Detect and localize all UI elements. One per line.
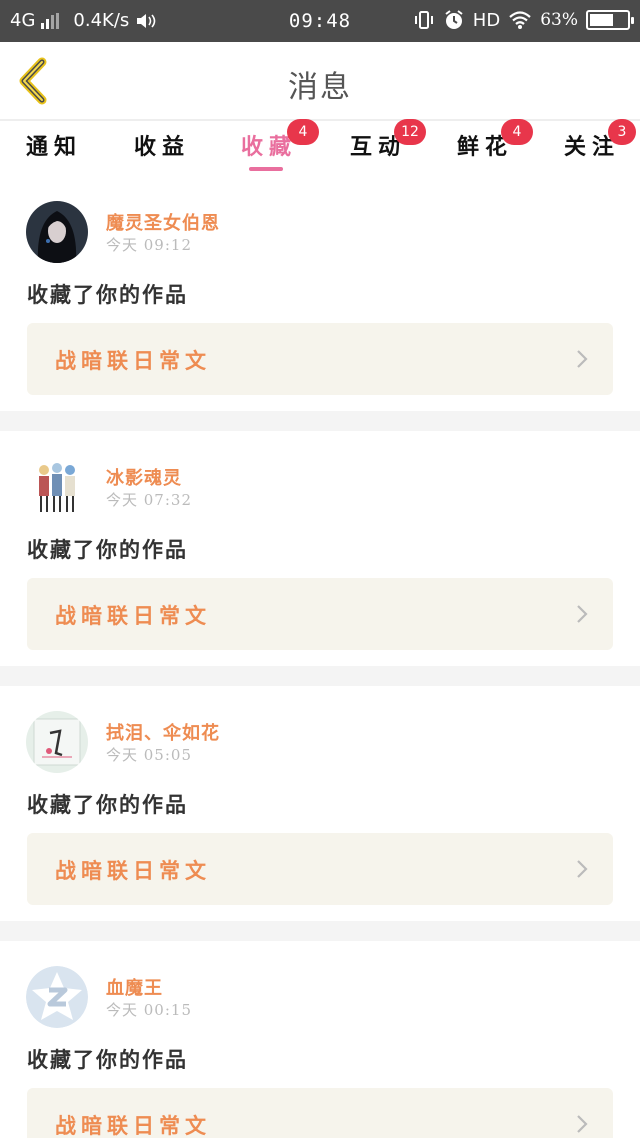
work-title: 战暗联日常文 bbox=[55, 348, 211, 373]
tab-interactions[interactable]: 互动 12 bbox=[350, 119, 426, 169]
message-list: 魔灵圣女伯恩 今天 09:12 收藏了你的作品 战暗联日常文 冰影魂灵 今天 0… bbox=[0, 176, 640, 1138]
user-name[interactable]: 魔灵圣女伯恩 bbox=[106, 209, 220, 235]
list-item: 血魔王 今天 00:15 收藏了你的作品 战暗联日常文 bbox=[0, 941, 640, 1138]
wifi-icon bbox=[508, 10, 532, 30]
chevron-right-icon bbox=[577, 350, 588, 368]
battery-percent: 63% bbox=[540, 10, 578, 30]
avatar[interactable] bbox=[26, 966, 88, 1028]
alarm-icon bbox=[443, 9, 465, 31]
chevron-right-icon bbox=[577, 1115, 588, 1133]
timestamp: 今天 07:32 bbox=[106, 491, 192, 509]
tab-favorites[interactable]: 收藏 4 bbox=[241, 119, 319, 171]
work-title: 战暗联日常文 bbox=[55, 603, 211, 628]
tab-earnings[interactable]: 收益 bbox=[134, 129, 190, 169]
hd-indicator: HD bbox=[472, 9, 501, 31]
header: 消息 bbox=[0, 42, 640, 120]
work-title: 战暗联日常文 bbox=[55, 858, 211, 883]
tab-label: 收益 bbox=[134, 134, 191, 160]
list-item: 拭泪、伞如花 今天 05:05 收藏了你的作品 战暗联日常文 bbox=[0, 686, 640, 921]
divider bbox=[0, 921, 640, 941]
battery-icon bbox=[586, 10, 634, 30]
work-link[interactable]: 战暗联日常文 bbox=[27, 323, 613, 395]
work-link[interactable]: 战暗联日常文 bbox=[27, 578, 613, 650]
tab-badge: 4 bbox=[501, 119, 533, 145]
chevron-right-icon bbox=[577, 860, 588, 878]
tab-label: 通知 bbox=[26, 134, 83, 160]
action-text: 收藏了你的作品 bbox=[27, 282, 188, 307]
divider bbox=[0, 666, 640, 686]
action-text: 收藏了你的作品 bbox=[27, 1047, 188, 1072]
tab-badge: 3 bbox=[608, 119, 636, 145]
tab-badge: 4 bbox=[287, 119, 319, 145]
work-link[interactable]: 战暗联日常文 bbox=[27, 1088, 613, 1138]
user-name[interactable]: 冰影魂灵 bbox=[106, 464, 182, 490]
tab-following[interactable]: 关注 3 bbox=[564, 119, 636, 169]
work-title: 战暗联日常文 bbox=[55, 1113, 211, 1138]
divider bbox=[0, 411, 640, 431]
status-right: HD 63% bbox=[413, 9, 634, 31]
chevron-right-icon bbox=[577, 605, 588, 623]
user-name[interactable]: 血魔王 bbox=[106, 974, 163, 1000]
active-tab-indicator bbox=[249, 167, 283, 171]
avatar[interactable] bbox=[26, 711, 88, 773]
tab-flowers[interactable]: 鲜花 4 bbox=[457, 119, 533, 169]
action-text: 收藏了你的作品 bbox=[27, 537, 188, 562]
action-text: 收藏了你的作品 bbox=[27, 792, 188, 817]
list-item: 魔灵圣女伯恩 今天 09:12 收藏了你的作品 战暗联日常文 bbox=[0, 176, 640, 411]
tab-bar: 通知 收益 收藏 4 互动 12 鲜花 4 关注 3 bbox=[0, 119, 640, 173]
timestamp: 今天 00:15 bbox=[106, 1001, 192, 1019]
avatar[interactable] bbox=[26, 201, 88, 263]
page-title: 消息 bbox=[288, 70, 352, 105]
status-bar: 4G 0.4K/s 09:48 HD 63% bbox=[0, 0, 640, 42]
list-item: 冰影魂灵 今天 07:32 收藏了你的作品 战暗联日常文 bbox=[0, 431, 640, 666]
user-name[interactable]: 拭泪、伞如花 bbox=[106, 719, 220, 745]
work-link[interactable]: 战暗联日常文 bbox=[27, 833, 613, 905]
avatar[interactable] bbox=[26, 456, 88, 518]
timestamp: 今天 05:05 bbox=[106, 746, 192, 764]
timestamp: 今天 09:12 bbox=[106, 236, 192, 254]
tab-notifications[interactable]: 通知 bbox=[26, 129, 82, 169]
vibrate-icon bbox=[413, 9, 435, 31]
tab-badge: 12 bbox=[394, 119, 426, 145]
